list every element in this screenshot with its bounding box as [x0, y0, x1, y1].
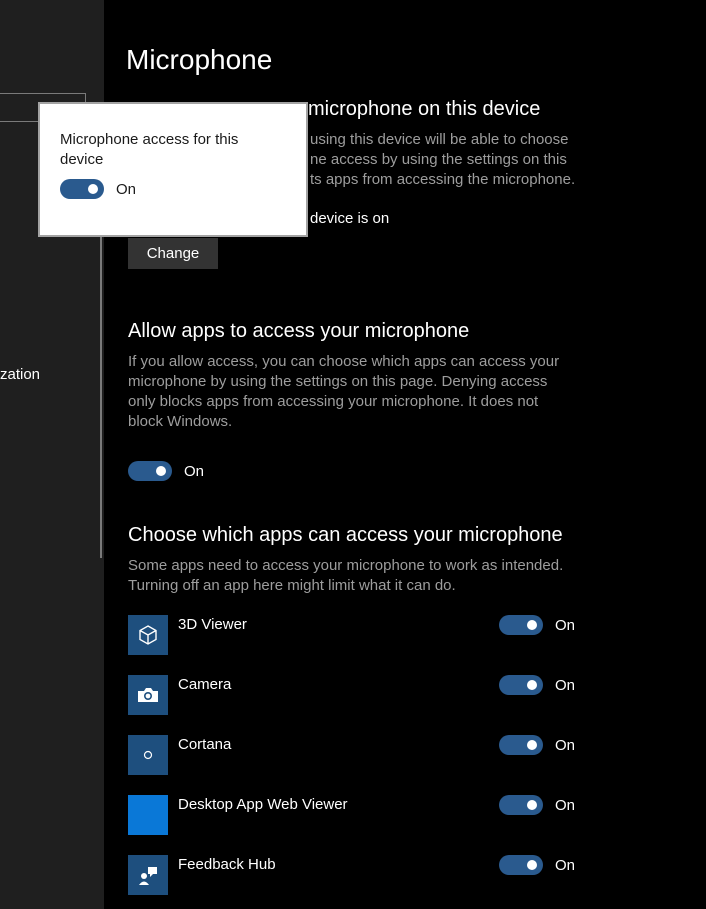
cube-icon [128, 615, 168, 655]
app-name: Desktop App Web Viewer [178, 796, 348, 813]
cortana-icon [128, 735, 168, 775]
toggle-knob [156, 466, 166, 476]
toggle-knob [527, 680, 537, 690]
app-toggle-feedback-hub[interactable] [499, 855, 543, 875]
blank-tile-icon [128, 795, 168, 835]
app-toggle-3d-viewer[interactable] [499, 615, 543, 635]
allow-apps-description: If you allow access, you can choose whic… [128, 353, 560, 430]
device-access-toggle[interactable] [60, 179, 104, 199]
toggle-knob [88, 184, 98, 194]
camera-icon [128, 675, 168, 715]
device-section-heading: microphone on this device [308, 98, 541, 120]
device-access-toggle-label: On [116, 181, 137, 198]
app-name: Feedback Hub [178, 856, 276, 873]
toggle-knob [527, 860, 537, 870]
app-toggle-label: On [555, 797, 576, 814]
app-toggle-label: On [555, 857, 576, 874]
change-button[interactable]: Change [128, 238, 218, 269]
toggle-knob [527, 800, 537, 810]
app-name: Cortana [178, 736, 232, 753]
app-toggle-camera[interactable] [499, 675, 543, 695]
app-toggle-label: On [555, 617, 576, 634]
app-name: Camera [178, 676, 232, 693]
app-toggle-cortana[interactable] [499, 735, 543, 755]
device-status-text: device is on [310, 210, 390, 227]
app-toggle-label: On [555, 737, 576, 754]
allow-apps-toggle-label: On [184, 463, 205, 480]
device-access-flyout: Microphone access for this device On [38, 102, 308, 237]
device-section-description: using this device will be able to choose… [310, 131, 576, 188]
app-toggle-desktop-app-web-viewer[interactable] [499, 795, 543, 815]
page-title: Microphone [126, 44, 273, 75]
sidebar-item-privacy-fragment[interactable]: zation [0, 366, 40, 383]
toggle-knob [527, 740, 537, 750]
app-toggle-label: On [555, 677, 576, 694]
toggle-knob [527, 620, 537, 630]
choose-apps-description: Some apps need to access your microphone… [128, 557, 564, 594]
choose-apps-heading: Choose which apps can access your microp… [128, 524, 563, 546]
flyout-title: Microphone access for this device [60, 131, 239, 168]
allow-apps-heading: Allow apps to access your microphone [128, 320, 470, 342]
app-name: 3D Viewer [178, 616, 247, 633]
feedback-icon [128, 855, 168, 895]
allow-apps-toggle[interactable] [128, 461, 172, 481]
